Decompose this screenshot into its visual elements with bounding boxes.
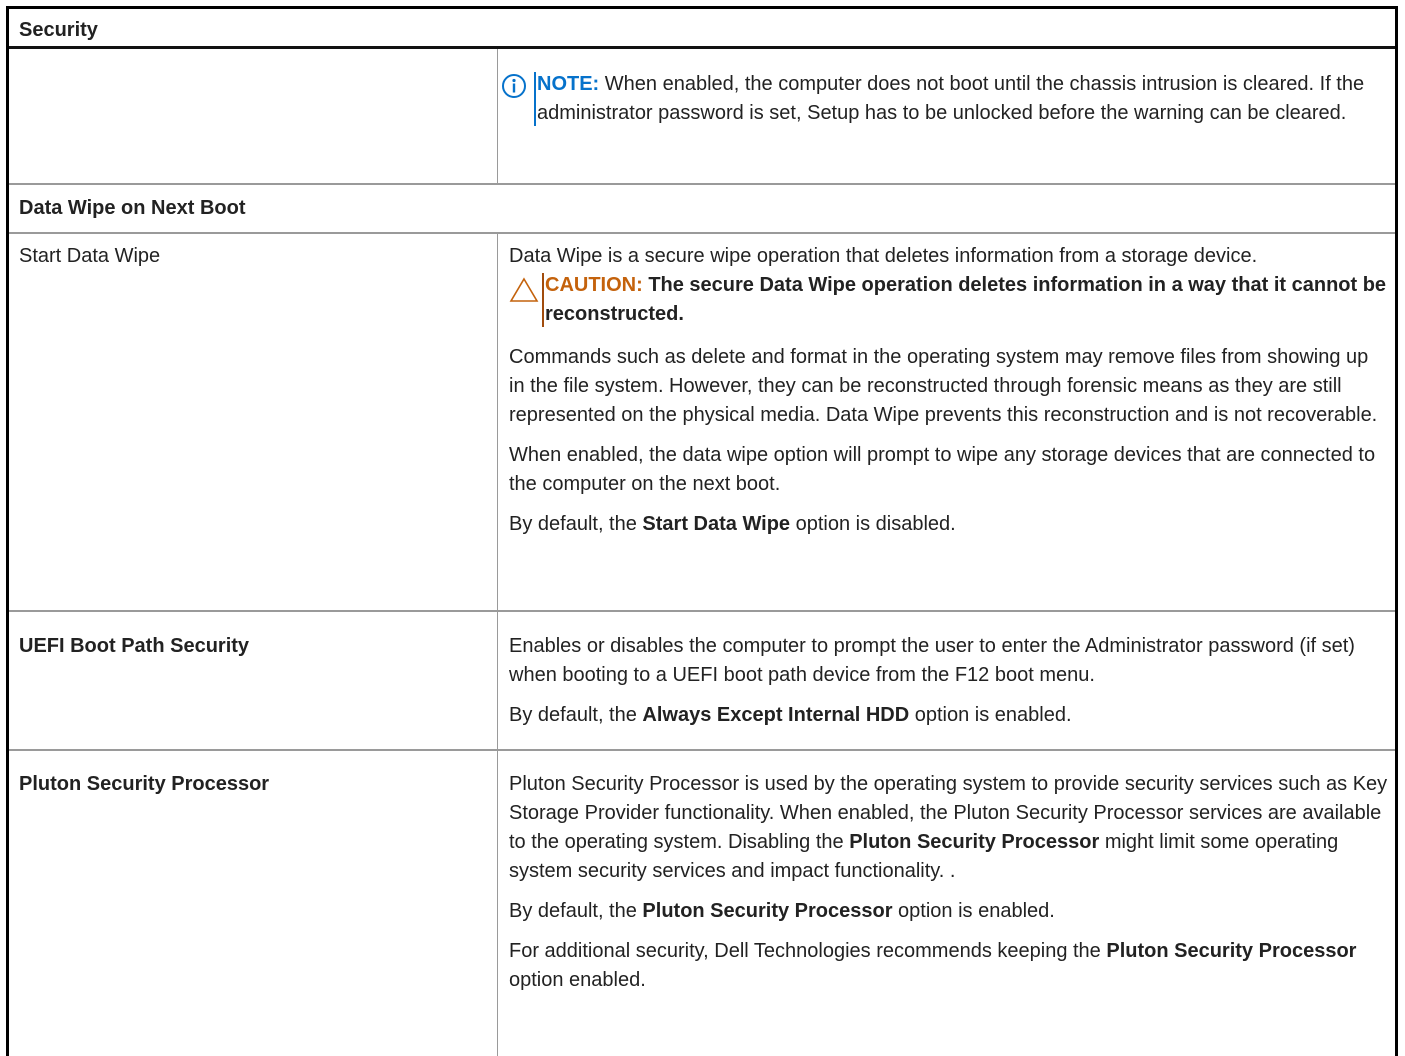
- pluton-description: Pluton Security Processor is used by the…: [509, 770, 1389, 995]
- uefi-boot-path-description: Enables or disables the computer to prom…: [509, 632, 1389, 730]
- pluton-desc: Pluton Security Processor is used by the…: [509, 770, 1389, 886]
- header-divider: [9, 46, 1395, 49]
- pluton-recommendation: For additional security, Dell Technologi…: [509, 937, 1389, 995]
- start-data-wipe-label: Start Data Wipe: [19, 245, 161, 267]
- recommendation-text: For additional security, Dell Technologi…: [509, 940, 1107, 962]
- caution-bar: [542, 273, 544, 327]
- start-data-wipe-desc: Data Wipe is a secure wipe operation tha…: [509, 245, 1258, 267]
- column-divider: [497, 49, 498, 183]
- uefi-boot-desc: Enables or disables the computer to prom…: [509, 635, 1355, 686]
- pluton-desc-bold: Pluton Security Processor: [849, 831, 1100, 853]
- default-option-name: Start Data Wipe: [642, 513, 791, 535]
- security-table: Security NOTE: When enabled, the compute…: [6, 6, 1398, 1056]
- recommendation-option-name: Pluton Security Processor: [1106, 940, 1357, 962]
- info-icon: [502, 74, 526, 98]
- column-divider: [497, 234, 498, 611]
- pluton-label: Pluton Security Processor: [19, 773, 270, 795]
- note-bar: [534, 72, 536, 126]
- default-text: By default, the: [509, 513, 643, 535]
- pluton-default: By default, the Pluton Security Processo…: [509, 897, 1389, 926]
- row-divider: [9, 610, 1395, 612]
- caution-text: The secure Data Wipe operation deletes i…: [545, 274, 1387, 325]
- start-data-wipe-para2: Commands such as delete and format in th…: [509, 346, 1378, 426]
- column-divider: [497, 612, 498, 749]
- start-data-wipe-para3: When enabled, the data wipe option will …: [509, 444, 1376, 495]
- recommendation-text: option enabled.: [509, 969, 646, 991]
- caution-block: CAUTION: The secure Data Wipe operation …: [509, 271, 1389, 329]
- note-block: NOTE: When enabled, the computer does no…: [501, 70, 1405, 128]
- default-text: option is disabled.: [790, 513, 956, 535]
- default-text: option is enabled.: [909, 704, 1072, 726]
- caution-label: CAUTION:: [545, 274, 643, 296]
- note-text: When enabled, the computer does not boot…: [537, 73, 1365, 124]
- row-divider: [9, 232, 1395, 234]
- start-data-wipe-default: By default, the Start Data Wipe option i…: [509, 510, 1389, 539]
- default-option-name: Pluton Security Processor: [642, 900, 893, 922]
- uefi-boot-path-label: UEFI Boot Path Security: [19, 635, 250, 657]
- section-data-wipe-title: Data Wipe on Next Boot: [19, 197, 246, 219]
- table-header-title: Security: [19, 19, 98, 41]
- default-text: By default, the: [509, 900, 643, 922]
- warning-triangle-icon: [509, 277, 539, 302]
- default-text: By default, the: [509, 704, 643, 726]
- default-text: option is enabled.: [892, 900, 1055, 922]
- column-divider: [497, 751, 498, 1056]
- note-label: NOTE:: [537, 73, 600, 95]
- start-data-wipe-description: Data Wipe is a secure wipe operation tha…: [509, 242, 1389, 539]
- uefi-boot-default: By default, the Always Except Internal H…: [509, 701, 1389, 730]
- default-option-name: Always Except Internal HDD: [642, 704, 910, 726]
- row-divider: [9, 749, 1395, 751]
- row-divider: [9, 183, 1395, 185]
